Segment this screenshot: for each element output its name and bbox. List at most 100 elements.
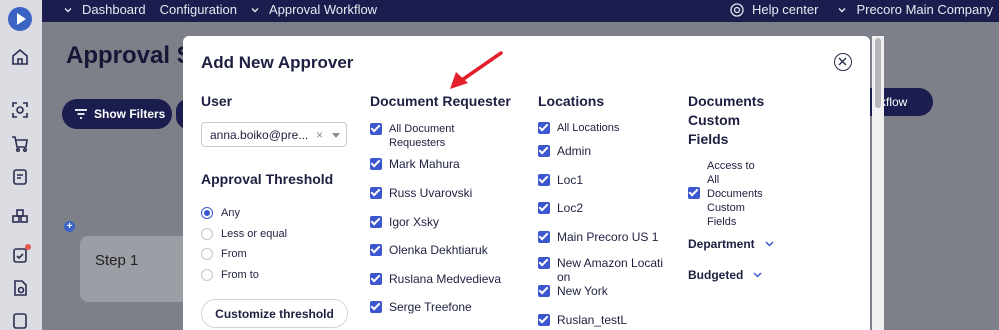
- checkbox-checked[interactable]: [370, 158, 382, 170]
- location-item[interactable]: New York: [538, 284, 608, 298]
- sidebar: [0, 0, 42, 330]
- department-dropdown[interactable]: Department: [688, 237, 774, 251]
- company-label: Precoro Main Company: [856, 2, 993, 17]
- location-label: New York: [557, 284, 608, 298]
- chevron-down-icon: [838, 7, 846, 12]
- location-label: Ruslan_testL: [557, 313, 628, 327]
- requester-item[interactable]: Igor Xsky: [370, 215, 439, 229]
- requester-item[interactable]: All Document Requesters: [370, 122, 490, 150]
- user-select-value: anna.boiko@pre...: [210, 127, 309, 142]
- requester-label: All Document Requesters: [389, 123, 455, 149]
- cart-icon[interactable]: [10, 134, 30, 154]
- location-item[interactable]: New Amazon Location: [538, 256, 668, 284]
- app-logo[interactable]: [8, 7, 32, 31]
- checkbox-checked[interactable]: [538, 145, 550, 157]
- radio[interactable]: [201, 248, 213, 260]
- close-icon: [838, 57, 847, 66]
- annotation-arrow-icon: [450, 51, 503, 89]
- checkbox-checked[interactable]: [538, 231, 550, 243]
- location-label: Loc2: [557, 201, 584, 215]
- show-filters-button[interactable]: Show Filters: [62, 99, 172, 129]
- help-center-link[interactable]: Help center: [730, 2, 818, 17]
- step-card[interactable]: Step 1: [80, 236, 190, 302]
- checkbox-checked[interactable]: [370, 301, 382, 313]
- nav-approval-workflow-label: Approval Workflow: [268, 2, 378, 17]
- location-item[interactable]: Admin: [538, 144, 591, 158]
- checkbox-checked[interactable]: [538, 202, 550, 214]
- access-custom-fields-label: Access to All Documents Custom Fields: [707, 160, 763, 228]
- checkbox-checked[interactable]: [370, 273, 382, 285]
- checkbox-checked[interactable]: [538, 257, 550, 269]
- close-button[interactable]: [834, 53, 852, 71]
- requester-label: Igor Xsky: [389, 215, 440, 229]
- chevron-down-icon: [64, 7, 72, 12]
- nav-configuration[interactable]: Configuration: [160, 2, 237, 17]
- nav-configuration-label: Configuration: [159, 2, 237, 17]
- location-item[interactable]: Loc2: [538, 201, 583, 215]
- threshold-option-label: Any: [221, 207, 240, 219]
- lifebuoy-icon: [730, 2, 744, 17]
- checkbox-checked[interactable]: [538, 314, 550, 326]
- checkbox-checked[interactable]: [688, 187, 700, 199]
- location-item[interactable]: All Locations: [538, 121, 619, 135]
- threshold-option-any[interactable]: Any: [201, 207, 240, 219]
- checkbox-checked[interactable]: [370, 216, 382, 228]
- settings-doc-icon[interactable]: [10, 311, 30, 330]
- company-switcher[interactable]: Precoro Main Company: [838, 2, 993, 17]
- checkbox-checked[interactable]: [370, 123, 382, 135]
- chevron-down-icon: [251, 7, 259, 12]
- threshold-option-less-or-equal[interactable]: Less or equal: [201, 228, 287, 240]
- checkbox-checked[interactable]: [538, 285, 550, 297]
- threshold-heading: Approval Threshold: [201, 171, 334, 187]
- documents-icon[interactable]: [10, 278, 30, 298]
- location-item[interactable]: Loc1: [538, 173, 583, 187]
- threshold-option-from-to[interactable]: From to: [201, 269, 259, 281]
- nav-dashboard[interactable]: Dashboard: [64, 2, 146, 17]
- radio-selected[interactable]: [201, 207, 213, 219]
- customize-threshold-button[interactable]: Customize threshold: [201, 299, 348, 328]
- show-filters-label: Show Filters: [94, 107, 166, 121]
- location-label: Loc1: [557, 173, 584, 187]
- budgeted-dropdown[interactable]: Budgeted: [688, 268, 762, 282]
- requester-item[interactable]: Ruslana Medvedieva: [370, 272, 501, 286]
- scrollbar-thumb[interactable]: [875, 38, 881, 108]
- modal-title: Add New Approver: [201, 53, 354, 72]
- approvals-icon[interactable]: [10, 244, 31, 265]
- home-icon[interactable]: [10, 47, 30, 67]
- inventory-icon[interactable]: [10, 206, 30, 226]
- top-navigation: Dashboard Configuration Approval Workflo…: [42, 0, 999, 22]
- requester-label: Ruslana Medvedieva: [389, 272, 502, 286]
- threshold-option-label: From: [221, 248, 247, 260]
- scrollbar[interactable]: [872, 36, 884, 330]
- requester-label: Serge Treefone: [389, 300, 472, 314]
- requester-item[interactable]: Russ Uvarovski: [370, 186, 472, 200]
- checkbox-checked[interactable]: [538, 174, 550, 186]
- chevron-down-icon: [765, 241, 774, 247]
- nav-approval-workflow[interactable]: Approval Workflow: [251, 2, 377, 17]
- checkbox-checked[interactable]: [370, 244, 382, 256]
- clear-icon[interactable]: ×: [316, 128, 323, 142]
- requester-item[interactable]: Olenka Dekhtiaruk: [370, 243, 488, 257]
- requester-label: Olenka Dekhtiaruk: [389, 243, 488, 257]
- radio[interactable]: [201, 228, 213, 240]
- location-label: Admin: [557, 144, 592, 158]
- requester-item[interactable]: Serge Treefone: [370, 300, 472, 314]
- step-label: Step 1: [95, 252, 139, 269]
- requester-label: Mark Mahura: [389, 157, 460, 171]
- requester-item[interactable]: Mark Mahura: [370, 157, 460, 171]
- location-item[interactable]: Main Precoro US 1: [538, 230, 658, 244]
- custom-fields-heading: Documents Custom Fields: [688, 93, 765, 147]
- add-step-icon[interactable]: +: [64, 221, 75, 232]
- scan-icon[interactable]: [10, 100, 30, 120]
- budgeted-label: Budgeted: [688, 268, 744, 282]
- checkbox-checked[interactable]: [538, 122, 550, 134]
- radio[interactable]: [201, 269, 213, 281]
- threshold-option-from[interactable]: From: [201, 248, 247, 260]
- access-custom-fields-item[interactable]: Access to All Documents Custom Fields: [688, 159, 778, 229]
- user-select[interactable]: anna.boiko@pre... ×: [201, 122, 347, 147]
- page-title: Approval S: [66, 42, 184, 69]
- invoice-icon[interactable]: [10, 167, 30, 187]
- checkbox-checked[interactable]: [370, 187, 382, 199]
- location-label: All Locations: [557, 122, 620, 134]
- location-item[interactable]: Ruslan_testL: [538, 313, 627, 327]
